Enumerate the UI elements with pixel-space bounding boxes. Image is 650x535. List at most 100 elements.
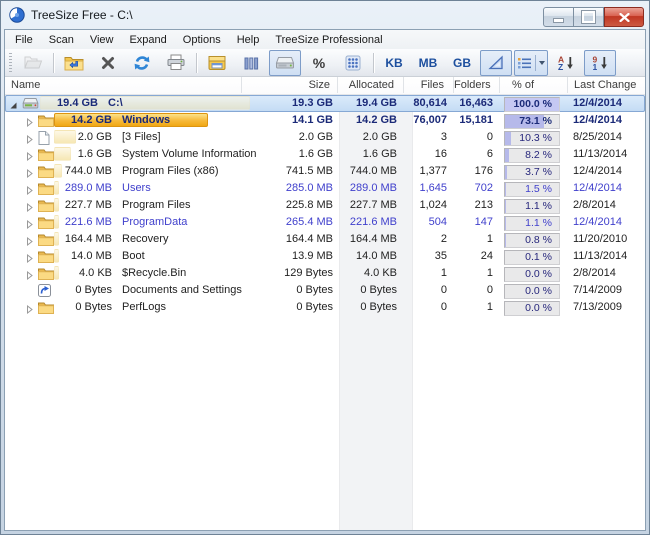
menu-item-file[interactable]: File — [7, 32, 41, 48]
toolbar-button-delete[interactable] — [92, 50, 124, 76]
percent-bar-fill — [505, 183, 506, 196]
menu-item-scan[interactable]: Scan — [41, 32, 82, 48]
expand-toggle-icon[interactable] — [25, 303, 34, 312]
table-row[interactable]: 1.6 GBSystem Volume Information1.6 GB1.6… — [5, 146, 645, 163]
cell-folders: 15,181 — [454, 112, 500, 129]
minimize-icon — [553, 18, 564, 23]
toolbar-button-open-report[interactable] — [17, 50, 49, 76]
column-header-size[interactable]: Size — [242, 77, 338, 93]
column-header-name[interactable]: Name — [5, 77, 242, 93]
cell-files: 1 — [404, 265, 454, 282]
percent-value: 73.1 % — [519, 115, 552, 128]
table-row[interactable]: 2.0 GB[3 Files]2.0 GB2.0 GB3010.3 %8/25/… — [5, 129, 645, 146]
toolbar-button-bar-view[interactable] — [235, 50, 267, 76]
percent-bar: 3.7 % — [504, 165, 560, 180]
table-row[interactable]: 19.4 GBC:\19.3 GB19.4 GB80,61416,463100.… — [5, 95, 645, 112]
expand-toggle-icon[interactable] — [25, 116, 34, 125]
percent-value: 0.8 % — [525, 234, 552, 247]
percent-value: 0.0 % — [525, 285, 552, 298]
menu-item-expand[interactable]: Expand — [121, 32, 174, 48]
table-row[interactable]: 14.0 MBBoot13.9 MB14.0 MB35240.1 %11/13/… — [5, 248, 645, 265]
toolbar-button-unit-gb[interactable]: GB — [446, 50, 478, 76]
menu-item-options[interactable]: Options — [175, 32, 229, 48]
expand-toggle-icon[interactable] — [25, 269, 34, 278]
svg-text:Z: Z — [558, 62, 563, 71]
menu-item-treesize-professional[interactable]: TreeSize Professional — [267, 32, 390, 48]
table-row[interactable]: 14.2 GBWindows14.1 GB14.2 GB76,00715,181… — [5, 112, 645, 129]
cell-folders: 147 — [454, 214, 500, 231]
table-row[interactable]: 744.0 MBProgram Files (x86)741.5 MB744.0… — [5, 163, 645, 180]
percent-value: 1.1 % — [525, 200, 552, 213]
maximize-button[interactable] — [574, 7, 604, 27]
expand-toggle-icon[interactable] — [25, 184, 34, 193]
expand-toggle-icon[interactable] — [25, 252, 34, 261]
expand-toggle-icon[interactable] — [25, 133, 34, 142]
cell-last-change: 12/4/2014 — [568, 214, 645, 231]
cell-allocated: 4.0 KB — [338, 265, 404, 282]
toolbar-grip[interactable] — [9, 53, 12, 73]
menu-item-help[interactable]: Help — [229, 32, 268, 48]
percent-value: 0.0 % — [525, 302, 552, 315]
toolbar-button-size-mode[interactable] — [269, 50, 301, 76]
expand-toggle-icon[interactable] — [25, 218, 34, 227]
cell-folders: 213 — [454, 197, 500, 214]
expand-toggle-icon[interactable] — [25, 235, 34, 244]
percent-bar-fill — [505, 132, 511, 145]
table-row[interactable]: 227.7 MBProgram Files225.8 MB227.7 MB1,0… — [5, 197, 645, 214]
close-button[interactable] — [604, 7, 644, 27]
toolbar-button-unit-mb[interactable]: MB — [412, 50, 444, 76]
cell-name: 4.0 KB$Recycle.Bin — [5, 265, 260, 282]
expand-toggle-icon[interactable] — [25, 167, 34, 176]
menu-item-view[interactable]: View — [82, 32, 122, 48]
table-row[interactable]: 4.0 KB$Recycle.Bin129 Bytes4.0 KB110.0 %… — [5, 265, 645, 282]
row-size-label: 19.4 GB — [38, 95, 98, 112]
toolbar-button-refresh[interactable] — [126, 50, 158, 76]
toolbar-button-details-view[interactable] — [337, 50, 369, 76]
column-header-pct[interactable]: % of Paren... — [502, 77, 568, 93]
cell-name: 14.0 MBBoot — [5, 248, 260, 265]
toolbar-button-select-directory[interactable] — [58, 50, 90, 76]
row-size-label: 0 Bytes — [52, 299, 112, 316]
column-header-date[interactable]: Last Change — [568, 77, 645, 93]
cell-allocated: 744.0 MB — [338, 163, 404, 180]
expand-toggle-icon[interactable] — [25, 150, 34, 159]
table-row[interactable]: 0 BytesPerfLogs0 Bytes0 Bytes010.0 %7/13… — [5, 299, 645, 316]
column-header-alloc[interactable]: Allocated — [338, 77, 404, 93]
table-row[interactable]: 0 BytesDocuments and Settings0 Bytes0 By… — [5, 282, 645, 299]
cell-last-change: 8/25/2014 — [568, 129, 645, 146]
toolbar-button-expand[interactable] — [201, 50, 233, 76]
row-name-label: Users — [122, 180, 151, 197]
toolbar-button-percent-mode[interactable]: % — [303, 50, 335, 76]
percent-value: 8.2 % — [525, 149, 552, 162]
table-row[interactable]: 289.0 MBUsers285.0 MB289.0 MB1,6457021.5… — [5, 180, 645, 197]
close-icon — [619, 13, 630, 22]
cell-files: 16 — [404, 146, 454, 163]
expand-toggle-icon[interactable] — [25, 201, 34, 210]
toolbar-button-mixed-units[interactable] — [480, 50, 512, 76]
cell-folders: 0 — [454, 282, 500, 299]
cell-last-change: 12/4/2014 — [568, 112, 645, 129]
percent-value: 100.0 % — [513, 98, 552, 111]
minimize-button[interactable] — [543, 7, 574, 27]
collapse-toggle-icon[interactable] — [9, 99, 18, 108]
toolbar-button-sort-by-size[interactable]: 91 — [584, 50, 616, 76]
menu-bar: FileScanViewExpandOptionsHelpTreeSize Pr… — [5, 30, 645, 49]
row-size-label: 4.0 KB — [52, 265, 112, 282]
percent-bar-fill — [505, 166, 507, 179]
title-bar[interactable]: TreeSize Free - C:\ — [1, 1, 649, 29]
toolbar-button-unit-kb[interactable]: KB — [378, 50, 410, 76]
cell-percent-of-parent: 0.1 % — [502, 248, 564, 265]
table-row[interactable]: 164.4 MBRecovery164.4 MB164.4 MB210.8 %1… — [5, 231, 645, 248]
toolbar-button-sort-alphabetical[interactable]: AZ — [550, 50, 582, 76]
dropdown-caret-icon[interactable] — [535, 55, 545, 71]
cell-size: 741.5 MB — [242, 163, 338, 180]
table-row[interactable]: 221.6 MBProgramData265.4 MB221.6 MB50414… — [5, 214, 645, 231]
toolbar-button-print[interactable] — [160, 50, 192, 76]
cell-size: 285.0 MB — [242, 180, 338, 197]
percent-bar: 73.1 % — [504, 114, 560, 129]
cell-last-change: 11/13/2014 — [568, 248, 645, 265]
toolbar-button-view-mode[interactable] — [514, 50, 548, 76]
column-header-folders[interactable]: Folders — [454, 77, 500, 93]
column-header-files[interactable]: Files — [404, 77, 454, 93]
percent-value: 0.0 % — [525, 268, 552, 281]
